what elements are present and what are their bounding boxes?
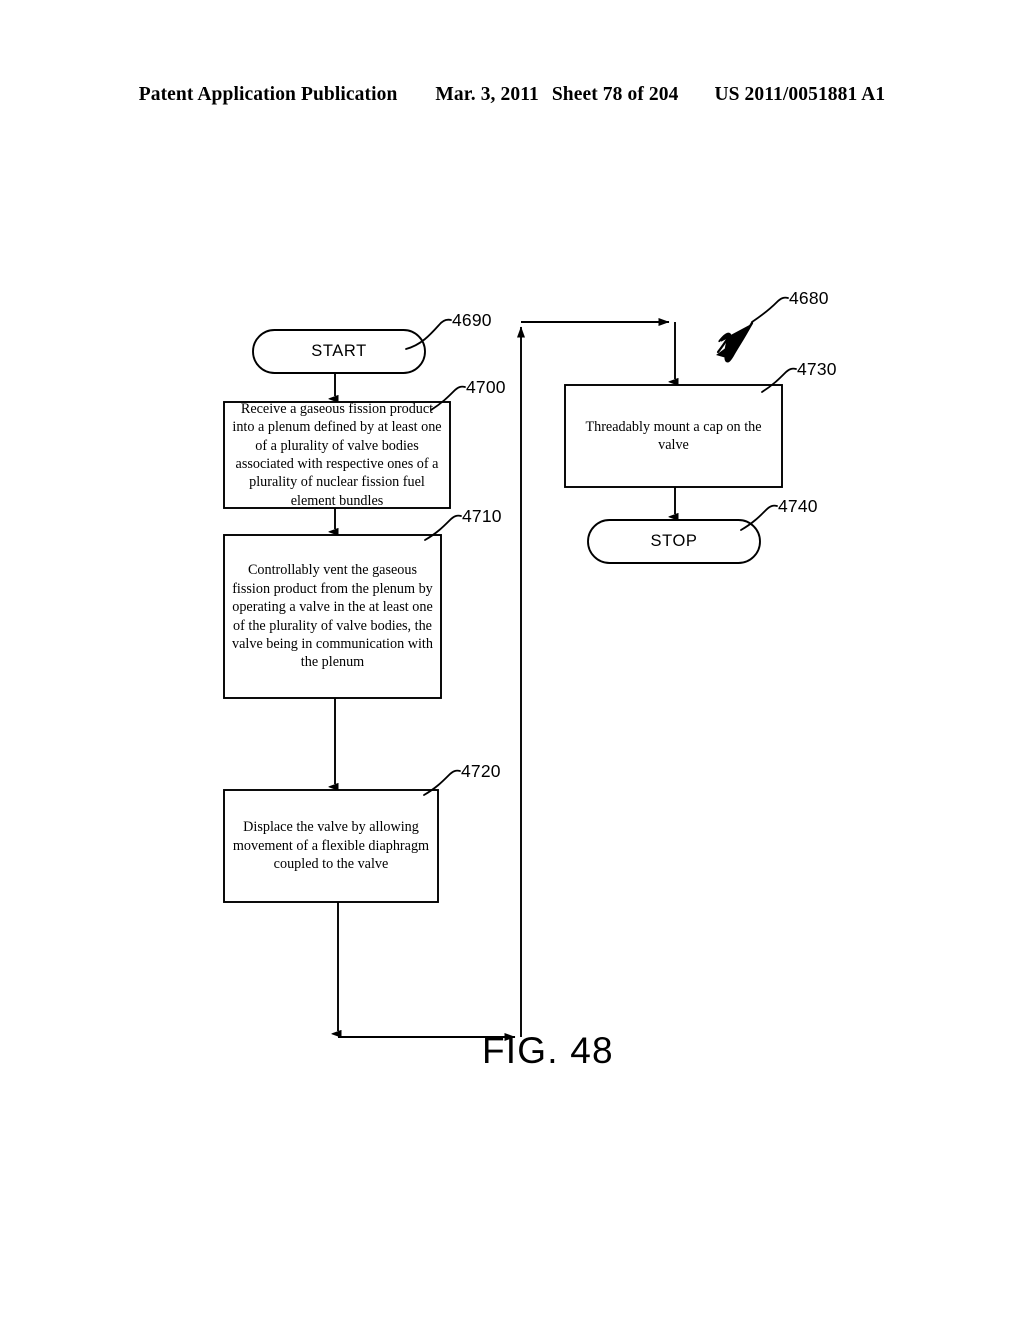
ref-numeral-4740: 4740: [778, 496, 818, 516]
ref-numeral-4730: 4730: [797, 359, 837, 379]
start-terminal-shape: [252, 329, 426, 374]
leader-line-4730: [761, 367, 797, 393]
ref-numeral-4710: 4710: [462, 506, 502, 526]
stop-terminal-shape: [587, 519, 761, 564]
leader-line-4700: [430, 385, 466, 411]
step-4700-shape: [223, 401, 451, 509]
ref-numeral-4690: 4690: [452, 310, 492, 330]
figure-caption: FIG. 48: [482, 1030, 614, 1071]
leader-line-4680: [751, 296, 789, 323]
flowchart-figure: START Receive a gaseous fission product …: [0, 0, 1024, 1320]
leader-line-4690: [405, 318, 452, 350]
leader-line-4740: [740, 504, 778, 531]
step-4720-shape: [223, 789, 439, 903]
step-4730-shape: [564, 384, 783, 488]
ref-numeral-4700: 4700: [466, 377, 506, 397]
ref-numeral-4680: 4680: [789, 288, 829, 308]
ref-numeral-4720: 4720: [461, 761, 501, 781]
leader-line-4720: [423, 769, 461, 796]
leader-line-4710: [424, 514, 462, 541]
flowchart-svg: [223, 296, 797, 1041]
diagram-pointer-4680: [716, 321, 754, 363]
step-4710-shape: [223, 534, 442, 699]
